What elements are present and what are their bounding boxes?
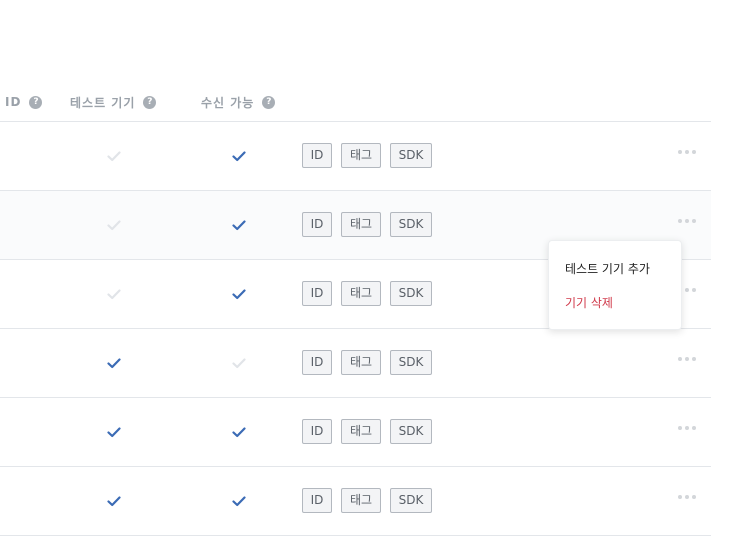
check-icon — [107, 494, 121, 508]
check-icon — [232, 494, 246, 508]
header-receivable: 수신 가능 ? — [201, 88, 276, 116]
more-options-icon[interactable] — [678, 354, 700, 364]
tag-buttons: ID 태그 SDK — [302, 281, 432, 306]
tag-tag-button[interactable]: 태그 — [341, 419, 381, 444]
header-test-device: 테스트 기기 ? — [70, 88, 157, 116]
table-row[interactable]: ID 태그 SDK — [0, 398, 711, 467]
check-icon — [107, 425, 121, 439]
help-icon[interactable]: ? — [29, 95, 43, 109]
more-options-icon[interactable] — [678, 147, 700, 157]
sdk-tag-button[interactable]: SDK — [390, 350, 432, 375]
tag-tag-button[interactable]: 태그 — [341, 212, 381, 237]
table-row[interactable]: ID 태그 SDK — [0, 467, 711, 536]
header-id: ID ? — [5, 88, 43, 116]
tag-tag-button[interactable]: 태그 — [341, 143, 381, 168]
id-tag-button[interactable]: ID — [302, 350, 332, 375]
tag-tag-button[interactable]: 태그 — [341, 488, 381, 513]
help-icon[interactable]: ? — [262, 95, 276, 109]
row-context-menu: 테스트 기기 추가 기기 삭제 — [548, 240, 682, 330]
tag-buttons: ID 태그 SDK — [302, 488, 432, 513]
id-tag-button[interactable]: ID — [302, 419, 332, 444]
delete-device-menu-item[interactable]: 기기 삭제 — [565, 294, 613, 311]
sdk-tag-button[interactable]: SDK — [390, 419, 432, 444]
table-row[interactable]: ID 태그 SDK — [0, 329, 711, 398]
check-icon — [107, 149, 121, 163]
more-options-icon[interactable] — [678, 216, 700, 226]
check-icon — [107, 218, 121, 232]
check-icon — [107, 287, 121, 301]
check-icon — [232, 356, 246, 370]
id-tag-button[interactable]: ID — [302, 212, 332, 237]
tag-buttons: ID 태그 SDK — [302, 143, 432, 168]
id-tag-button[interactable]: ID — [302, 488, 332, 513]
check-icon — [232, 287, 246, 301]
tag-buttons: ID 태그 SDK — [302, 419, 432, 444]
tag-buttons: ID 태그 SDK — [302, 212, 432, 237]
sdk-tag-button[interactable]: SDK — [390, 143, 432, 168]
id-tag-button[interactable]: ID — [302, 143, 332, 168]
table-row[interactable]: ID 태그 SDK — [0, 122, 711, 191]
table-header: ID ? 테스트 기기 ? 수신 가능 ? — [0, 88, 711, 122]
tag-tag-button[interactable]: 태그 — [341, 281, 381, 306]
check-icon — [232, 425, 246, 439]
sdk-tag-button[interactable]: SDK — [390, 488, 432, 513]
help-icon[interactable]: ? — [143, 95, 157, 109]
header-test-device-label: 테스트 기기 — [70, 95, 136, 110]
check-icon — [232, 149, 246, 163]
header-receivable-label: 수신 가능 — [201, 95, 255, 110]
check-icon — [107, 356, 121, 370]
add-test-device-menu-item[interactable]: 테스트 기기 추가 — [565, 260, 650, 277]
sdk-tag-button[interactable]: SDK — [390, 212, 432, 237]
check-icon — [232, 218, 246, 232]
id-tag-button[interactable]: ID — [302, 281, 332, 306]
more-options-icon[interactable] — [678, 492, 700, 502]
tag-buttons: ID 태그 SDK — [302, 350, 432, 375]
more-options-icon[interactable] — [678, 423, 700, 433]
sdk-tag-button[interactable]: SDK — [390, 281, 432, 306]
header-id-label: ID — [5, 95, 22, 109]
tag-tag-button[interactable]: 태그 — [341, 350, 381, 375]
